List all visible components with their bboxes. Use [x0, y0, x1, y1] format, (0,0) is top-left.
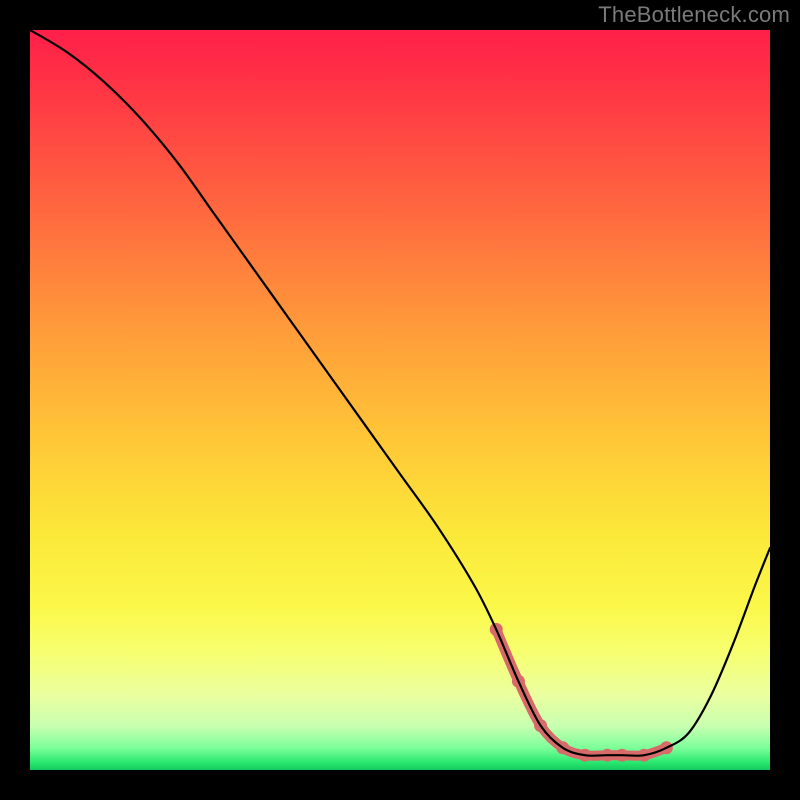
curve-svg [30, 30, 770, 770]
bottleneck-curve [30, 30, 770, 756]
watermark-text: TheBottleneck.com [598, 2, 790, 28]
optimal-range-highlight [496, 629, 666, 755]
plot-area [30, 30, 770, 770]
highlight-dots [490, 623, 673, 762]
chart-frame: TheBottleneck.com [0, 0, 800, 800]
